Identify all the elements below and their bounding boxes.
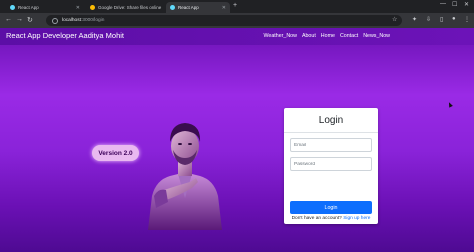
bookmark-star-icon[interactable]: ☆ (392, 16, 397, 23)
browser-toolbar: ← → ↻ localhost:3000/login ☆ ✦ ⇩ ▯ ● ⋮ (0, 13, 474, 28)
downloads-icon[interactable]: ⇩ (426, 16, 431, 23)
tab-title: React App (178, 5, 199, 10)
profile-icon[interactable]: ● (452, 16, 456, 22)
maximize-icon[interactable]: ☐ (452, 1, 457, 8)
nav-link-weather-now[interactable]: Weather_Now (263, 33, 296, 39)
sidebar-icon[interactable]: ▯ (440, 16, 443, 23)
close-tab-icon[interactable]: ✕ (73, 5, 80, 11)
login-card: Login Login Don't have an account? Sign … (284, 108, 378, 224)
minimize-icon[interactable]: — (440, 1, 446, 7)
more-menu-icon[interactable]: ⋮ (464, 16, 470, 23)
signup-prompt-text: Don't have an account? (291, 216, 342, 221)
new-tab-button[interactable]: + (233, 2, 237, 9)
app-navbar: React App Developer Aaditya Mohit Weathe… (0, 28, 474, 45)
nav-link-home[interactable]: Home (321, 33, 335, 39)
version-badge: Version 2.0 (92, 145, 139, 161)
email-field[interactable] (290, 138, 372, 152)
browser-tab-1[interactable]: React App ✕ (6, 2, 84, 13)
forward-arrow-icon[interactable]: → (16, 16, 23, 23)
site-info-icon[interactable] (52, 17, 58, 24)
password-field[interactable] (290, 157, 372, 171)
react-favicon-icon (10, 5, 15, 10)
reload-icon[interactable]: ↻ (27, 16, 33, 24)
close-tab-icon[interactable]: ✕ (161, 5, 164, 11)
nav-link-about[interactable]: About (302, 33, 316, 39)
login-title: Login (318, 115, 344, 126)
react-favicon-icon (170, 5, 175, 10)
url-host: localhost (62, 18, 81, 23)
developer-illustration (148, 123, 222, 230)
url-path: :3000/login (80, 18, 105, 23)
navbar-brand[interactable]: React App Developer Aaditya Mohit (6, 31, 124, 40)
browser-tab-2[interactable]: Google Drive: Share files online ✕ (86, 2, 164, 13)
page-viewport: React App Developer Aaditya Mohit Weathe… (0, 28, 474, 252)
card-divider (284, 132, 378, 133)
close-tab-icon[interactable]: ✕ (219, 5, 226, 11)
mouse-cursor-icon (447, 101, 453, 108)
tab-title: Google Drive: Share files online (98, 5, 162, 10)
nav-link-news-now[interactable]: News_Now (363, 33, 390, 39)
close-window-icon[interactable]: ✕ (464, 1, 469, 8)
browser-tab-strip: React App ✕ Google Drive: Share files on… (0, 0, 474, 13)
browser-tab-3[interactable]: React App ✕ (166, 2, 230, 13)
back-arrow-icon[interactable]: ← (5, 16, 12, 23)
signup-prompt-line: Don't have an account? Sign up here (284, 216, 378, 221)
signup-link[interactable]: Sign up here (343, 216, 370, 221)
drive-favicon-icon (90, 5, 95, 10)
nav-link-contact[interactable]: Contact (340, 33, 358, 39)
address-bar[interactable]: localhost:3000/login (46, 15, 402, 26)
login-button[interactable]: Login (290, 201, 372, 214)
extensions-icon[interactable]: ✦ (412, 16, 417, 23)
tab-title: React App (18, 5, 39, 10)
nav-links: Weather_Now About Home Contact News_Now (263, 33, 390, 39)
